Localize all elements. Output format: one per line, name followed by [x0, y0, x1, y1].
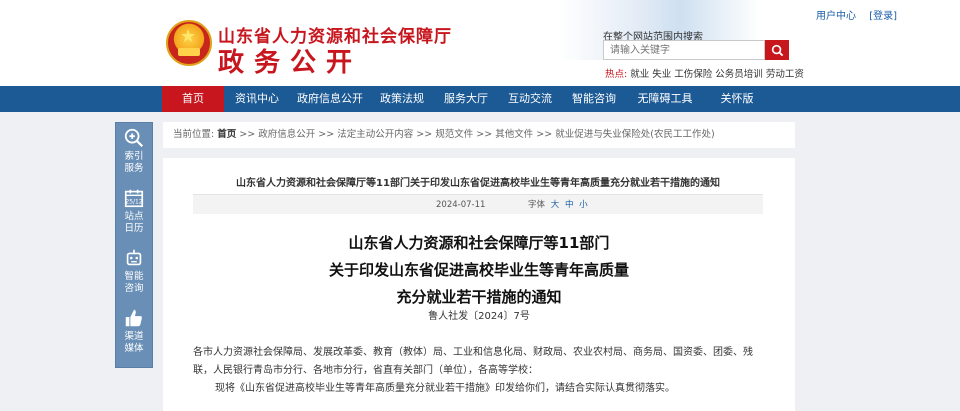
recipients-line-2: 联，人民银行青岛市分行、各地市分行，省直有关部门（单位），各高等学校： — [193, 365, 538, 376]
font-size-control: 字体 大 中 小 — [528, 195, 588, 215]
breadcrumb-separator: >> — [239, 129, 256, 140]
calendar-icon: 25/12 — [124, 189, 144, 208]
article-paragraph: 现将《山东省促进高校毕业生等青年高质量充分就业若干措施》印发给你们，请结合实际认… — [215, 383, 675, 394]
nav-item-news[interactable]: 资讯中心 — [224, 86, 290, 112]
font-size-label: 字体 — [528, 200, 546, 210]
site-name[interactable]: 政务公开 — [218, 42, 362, 79]
robot-icon — [126, 249, 142, 266]
nav-item-service-hall[interactable]: 服务大厅 — [434, 86, 498, 112]
article-meta: 2024-07-11 字体 大 中 小 — [193, 194, 763, 214]
hot-keywords: 热点: 就业 失业 工伤保险 公务员培训 劳动工资 — [605, 66, 804, 80]
sidebar-label: 咨询 — [124, 283, 144, 294]
star-icon: ★ — [180, 26, 197, 47]
breadcrumb-item[interactable]: 政府信息公开 — [258, 129, 315, 140]
nav-item-interaction[interactable]: 互动交流 — [498, 86, 562, 112]
sidebar-item-index-service[interactable]: 索引 服务 — [116, 127, 152, 183]
article-panel: 山东省人力资源和社会保障厅等11部门关于印发山东省促进高校毕业生等青年高质量充分… — [163, 158, 795, 411]
article-title-line-3: 充分就业若干措施的通知 — [396, 288, 562, 306]
breadcrumb-separator: >> — [476, 129, 493, 140]
thumbs-up-icon — [125, 309, 142, 327]
sidebar-label: 智能 — [124, 271, 144, 282]
breadcrumb-item[interactable]: 法定主动公开内容 — [337, 129, 413, 140]
breadcrumb: 当前位置: 首页 >> 政府信息公开 >> 法定主动公开内容 >> 规范文件 >… — [163, 122, 795, 148]
nav-item-home[interactable]: 首页 — [162, 86, 224, 112]
sidebar-item-site-calendar[interactable]: 25/12 站点 日历 — [116, 187, 152, 243]
sidebar-label: 服务 — [124, 163, 144, 174]
article-title-line-2: 关于印发山东省促进高校毕业生等青年高质量 — [328, 261, 629, 279]
sidebar-label: 日历 — [124, 223, 144, 234]
breadcrumb-item[interactable]: 就业促进与失业保险处(农民工工作处) — [555, 129, 714, 140]
font-size-large[interactable]: 大 — [551, 200, 560, 210]
article-strip-title: 山东省人力资源和社会保障厅等11部门关于印发山东省促进高校毕业生等青年高质量充分… — [236, 178, 720, 189]
emblem-base — [178, 48, 200, 56]
search-icon — [771, 44, 783, 56]
main-nav: 首页 资讯中心 政府信息公开 政策法规 服务大厅 互动交流 智能咨询 无障碍工具… — [0, 86, 960, 112]
top-links: 用户中心 [登录] — [816, 7, 907, 22]
sidebar-label: 站点 — [124, 211, 144, 222]
site-header: ★ 山东省人力资源和社会保障厅 政务公开 用户中心 [登录] 在整个网站范围内搜… — [0, 0, 960, 86]
document-number: 鲁人社发〔2024〕7号 — [428, 311, 530, 322]
breadcrumb-prefix: 当前位置: — [173, 129, 215, 140]
font-size-medium[interactable]: 中 — [565, 200, 574, 210]
sidebar-item-smart-consult[interactable]: 智能 咨询 — [116, 247, 152, 303]
recipients-line-1: 各市人力资源社会保障局、发展改革委、教育（教体）局、工业和信息化局、财政局、农业… — [193, 347, 753, 358]
calendar-date-text: 25/12 — [125, 199, 142, 206]
hot-keyword-list[interactable]: 就业 失业 工伤保险 公务员培训 劳动工资 — [630, 69, 804, 80]
sidebar-label: 渠道 — [124, 331, 144, 342]
nav-item-care-mode[interactable]: 关怀版 — [704, 86, 770, 112]
article-body: 各市人力资源社会保障局、发展改革委、教育（教体）局、工业和信息化局、财政局、农业… — [193, 344, 768, 398]
sidebar-label: 索引 — [124, 151, 144, 162]
font-size-small[interactable]: 小 — [579, 200, 588, 210]
login-link[interactable]: [登录] — [869, 11, 897, 22]
floating-sidebar: 索引 服务 25/12 站点 日历 智能 咨询 渠道 媒体 — [115, 122, 153, 368]
publish-date: 2024-07-11 — [436, 200, 486, 210]
breadcrumb-item-home[interactable]: 首页 — [217, 129, 236, 140]
breadcrumb-separator: >> — [318, 129, 335, 140]
article-title-line-1: 山东省人力资源和社会保障厅等11部门 — [348, 234, 610, 252]
nav-item-smart-consult[interactable]: 智能咨询 — [562, 86, 626, 112]
breadcrumb-item[interactable]: 规范文件 — [435, 129, 473, 140]
nav-item-accessibility[interactable]: 无障碍工具 — [626, 86, 704, 112]
breadcrumb-separator: >> — [416, 129, 433, 140]
user-center-link[interactable]: 用户中心 — [816, 11, 856, 22]
breadcrumb-item[interactable]: 其他文件 — [495, 129, 533, 140]
sidebar-item-media-channels[interactable]: 渠道 媒体 — [116, 307, 152, 363]
breadcrumb-separator: >> — [536, 129, 553, 140]
national-emblem-icon: ★ — [166, 20, 212, 66]
sidebar-label: 媒体 — [124, 343, 144, 354]
nav-item-policy[interactable]: 政策法规 — [370, 86, 434, 112]
search-button[interactable] — [765, 40, 789, 60]
hot-label: 热点: — [605, 69, 628, 80]
search-input[interactable] — [603, 40, 765, 60]
search-plus-icon — [124, 128, 144, 148]
nav-item-gov-info[interactable]: 政府信息公开 — [290, 86, 370, 112]
